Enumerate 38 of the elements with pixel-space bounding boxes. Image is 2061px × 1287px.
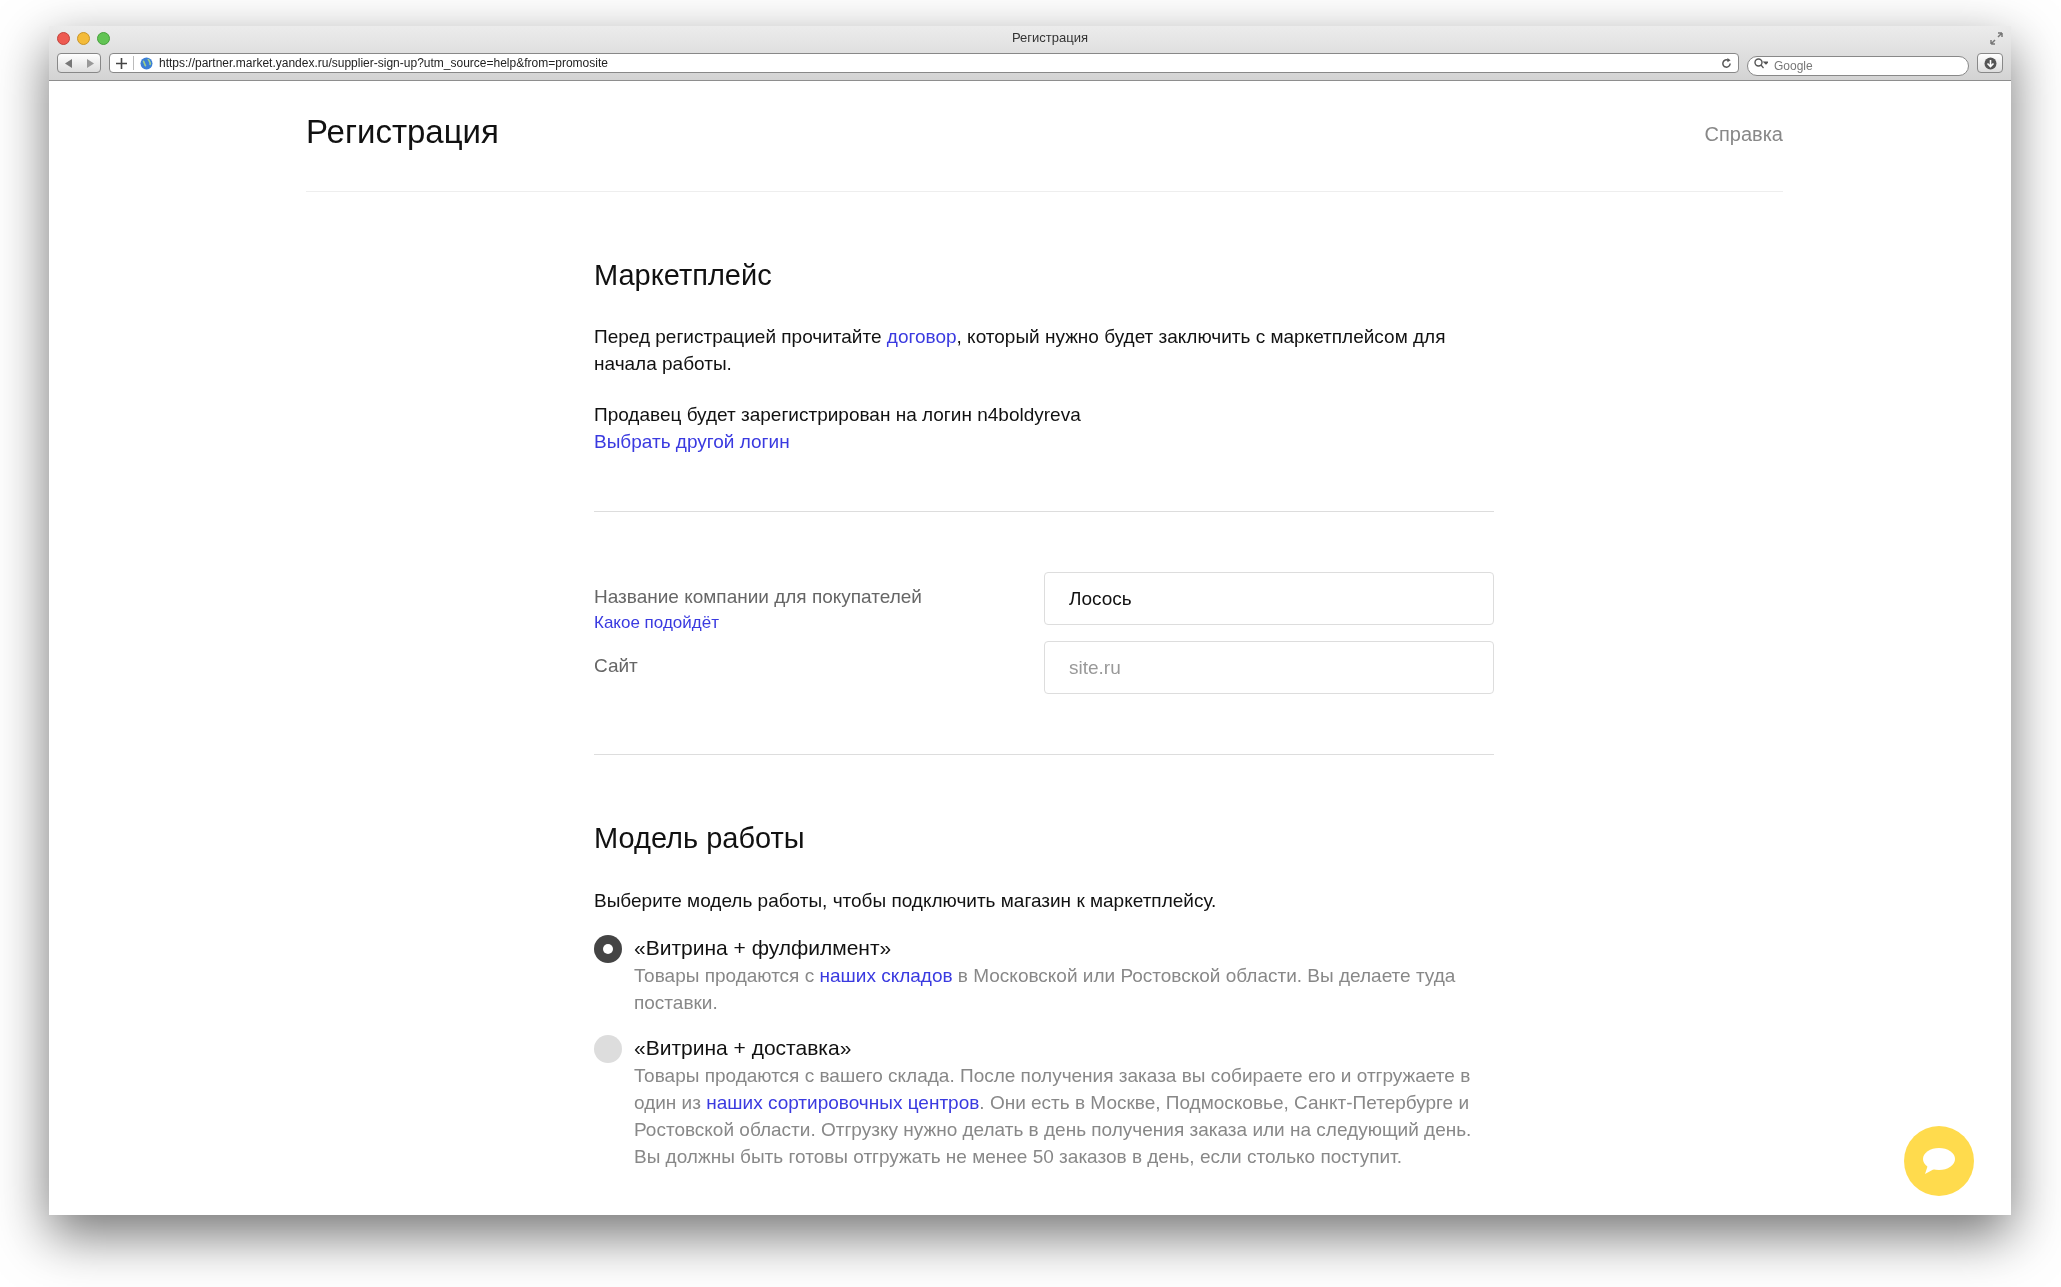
intro-paragraph: Перед регистрацией прочитайте договор, который нужно будет заключить с маркетплейсом для начала работы.: [594, 325, 1447, 376]
inline-link[interactable]: договор: [886, 326, 957, 347]
login-text: Продавец будет зарегистрирован на логин n4boldyreva: [594, 403, 1082, 427]
globe-icon: [140, 56, 153, 70]
field-label: Название компании для покупателей: [594, 585, 922, 609]
page-title: Регистрация: [306, 112, 499, 152]
zoom-button[interactable]: [97, 31, 110, 45]
inline-link[interactable]: наших сортировочных центров: [706, 1091, 980, 1113]
option-label: «Витрина + доставка»: [634, 1034, 853, 1061]
text-input[interactable]: site.ru: [1044, 641, 1494, 694]
downloads-button[interactable]: [1977, 53, 2003, 73]
help-link[interactable]: Справка: [1704, 119, 1783, 149]
window-title: Регистрация: [1012, 29, 1088, 48]
reload-icon[interactable]: [1721, 57, 1732, 69]
url-text: https://partner.market.yandex.ru/supplier-sign-up?utm_source=help&from=promosite: [159, 55, 609, 72]
radio-button[interactable]: [594, 934, 622, 963]
option-description: Товары продаются с вашего склада. После получения заказа вы собираете его и отгружаете в один из наших сортировочных центров. Они есть в Москве, Подмосковье, Санкт-Петербурге и Ростовской области. Отгрузку нужно делать в день получения заказа или на следующий день. Вы должны быть готовы отгружать не менее 50 заказов в день, если столько поступит.: [634, 1063, 1473, 1169]
speech-bubble-icon: [1922, 1147, 1956, 1175]
plus-icon[interactable]: [116, 57, 127, 69]
address-bar[interactable]: https://partner.market.yandex.ru/supplier-sign-up?utm_source=help&from=promosite: [109, 53, 1739, 73]
section-heading: Модель работы: [594, 821, 806, 856]
text-input[interactable]: Лосось: [1044, 572, 1494, 625]
hint-link[interactable]: Какое подойдёт: [594, 611, 719, 635]
inline-link[interactable]: наших складов: [819, 964, 953, 986]
option-label: «Витрина + фулфилмент»: [634, 934, 893, 961]
change-login-link[interactable]: Выбрать другой логин: [594, 428, 790, 455]
download-icon: [1983, 56, 1997, 70]
field-label: Сайт: [594, 654, 638, 678]
fullscreen-icon[interactable]: [1990, 31, 2003, 45]
search-icon: [1754, 58, 1768, 69]
minimize-button[interactable]: [77, 31, 90, 45]
back-forward-buttons[interactable]: [57, 53, 101, 73]
section-heading: Маркетплейс: [594, 257, 773, 293]
instruction-text: Выберите модель работы, чтобы подключить магазин к маркетплейсу.: [594, 888, 1218, 913]
radio-button[interactable]: [594, 1034, 622, 1063]
search-field[interactable]: Google: [1747, 56, 1969, 76]
option-description: Товары продаются с наших складов в Московской или Ростовской области. Вы делаете туда поставки.: [634, 963, 1457, 1015]
close-button[interactable]: [57, 31, 70, 45]
